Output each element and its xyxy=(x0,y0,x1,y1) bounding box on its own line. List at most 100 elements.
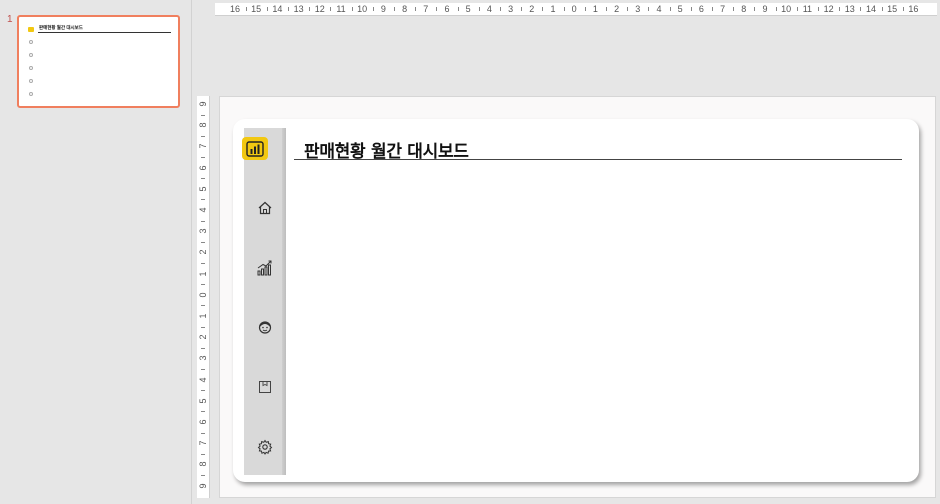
ruler-v-minor-tick xyxy=(201,475,205,476)
ruler-v-label: 4 xyxy=(198,377,208,383)
thumbnail-preview: 판매현황 월간 대시보드 xyxy=(22,20,175,103)
ruler-h-label: 12 xyxy=(823,4,834,14)
vertical-ruler[interactable]: 9 8 7 6 5 4 3 2 1 0 1 2 3 4 5 6 7 8 9 xyxy=(197,96,210,498)
ruler-h-minor-tick xyxy=(733,7,735,11)
ruler-v-minor-tick xyxy=(201,263,205,264)
ruler-v-label: 5 xyxy=(198,186,208,192)
ruler-h-minor-tick xyxy=(690,7,692,11)
ruler-v-label: 2 xyxy=(198,334,208,340)
ruler-h-label: 9 xyxy=(762,4,768,14)
ruler-h-minor-tick xyxy=(478,7,480,11)
ruler-v-minor-tick xyxy=(201,369,205,370)
ruler-h-minor-tick xyxy=(351,7,353,11)
ruler-v-minor-tick xyxy=(201,326,205,328)
ruler-h-label: 1 xyxy=(550,4,556,14)
ruler-v-label: 9 xyxy=(198,483,208,489)
ruler-h-minor-tick xyxy=(669,7,671,11)
ruler-h-minor-tick xyxy=(500,7,501,11)
slide-number: 1 xyxy=(7,14,13,25)
ruler-h-minor-tick xyxy=(902,7,904,11)
ruler-h-minor-tick xyxy=(457,7,459,11)
ruler-h-minor-tick xyxy=(372,7,374,11)
sidebar-edge xyxy=(282,128,286,475)
ruler-h-minor-tick xyxy=(394,7,395,11)
home-icon[interactable] xyxy=(244,195,286,221)
ruler-h-label: 10 xyxy=(357,4,368,14)
ruler-h-label: 11 xyxy=(336,4,346,14)
ruler-v-label: 6 xyxy=(198,419,208,425)
ruler-v-label: 4 xyxy=(198,207,208,213)
ruler-h-label: 7 xyxy=(720,4,726,14)
ruler-h-minor-tick xyxy=(521,7,523,11)
ruler-h-minor-tick xyxy=(330,7,332,11)
thumbnail-chart-icon xyxy=(29,53,33,57)
dashboard-sidebar xyxy=(244,128,286,475)
ruler-v-label: 7 xyxy=(198,440,208,446)
horizontal-ruler[interactable]: 16 15 14 13 12 11 10 9 8 7 6 5 4 3 2 1 0 1 2 3 4 5 6 7 8 9 10 11 12 1… xyxy=(215,3,937,16)
ruler-h-label: 6 xyxy=(698,4,704,14)
chart-growth-icon[interactable] xyxy=(244,255,286,281)
ruler-h-label: 15 xyxy=(887,4,898,14)
ruler-h-minor-tick xyxy=(860,7,862,11)
ruler-v-minor-tick xyxy=(201,114,205,116)
ruler-h-label: 12 xyxy=(314,4,325,14)
ruler-h-minor-tick xyxy=(542,7,544,11)
thumbnail-customer-icon xyxy=(29,66,33,70)
ruler-h-label: 8 xyxy=(402,4,408,14)
ruler-v-label: 8 xyxy=(198,122,208,128)
thumbnail-home-icon xyxy=(29,40,33,44)
ruler-h-label: 13 xyxy=(293,4,304,14)
ruler-v-minor-tick xyxy=(201,135,205,137)
ruler-h-label: 6 xyxy=(444,4,450,14)
ruler-v-label: 9 xyxy=(198,101,208,107)
thumbnail-settings-icon xyxy=(29,92,33,96)
ruler-h-minor-tick xyxy=(754,7,756,11)
thumbnail-logo-icon xyxy=(28,27,34,32)
ruler-v-minor-tick xyxy=(201,178,205,180)
ruler-h-label: 0 xyxy=(571,4,577,14)
ruler-v-label: 3 xyxy=(198,228,208,234)
ruler-v-label: 1 xyxy=(198,271,208,277)
slide-thumbnail[interactable]: 판매현황 월간 대시보드 xyxy=(17,15,180,108)
ruler-h-label: 1 xyxy=(592,4,598,14)
ruler-h-label: 15 xyxy=(251,4,262,14)
ruler-h-minor-tick xyxy=(627,7,629,11)
ruler-v-label: 6 xyxy=(198,165,208,171)
slide-canvas[interactable]: 판매현황 월간 대시보드 xyxy=(219,96,936,498)
ruler-h-label: 5 xyxy=(465,4,471,14)
ruler-h-minor-tick xyxy=(266,7,268,11)
customer-icon[interactable] xyxy=(244,314,286,340)
ruler-h-label: 9 xyxy=(380,4,386,14)
ruler-h-label: 10 xyxy=(781,4,792,14)
ruler-h-label: 4 xyxy=(486,4,492,14)
ruler-h-minor-tick xyxy=(796,7,798,11)
ruler-h-label: 2 xyxy=(529,4,535,14)
ruler-h-minor-tick xyxy=(606,7,607,11)
ruler-h-minor-tick xyxy=(436,7,438,11)
ruler-v-label: 3 xyxy=(198,355,208,361)
slide-thumbnail-pane: 1 판매현황 월간 대시보드 xyxy=(0,0,192,504)
settings-gear-icon[interactable] xyxy=(244,434,286,460)
ruler-v-minor-tick xyxy=(201,453,205,455)
ruler-h-minor-tick xyxy=(818,7,819,11)
ruler-h-label: 13 xyxy=(844,4,855,14)
ruler-h-label: 7 xyxy=(423,4,429,14)
ruler-h-minor-tick xyxy=(881,7,883,11)
ruler-v-minor-tick xyxy=(201,241,205,243)
ruler-h-minor-tick xyxy=(775,7,777,11)
ruler-v-minor-tick xyxy=(201,199,205,201)
power-bi-logo-icon[interactable] xyxy=(242,137,268,160)
ruler-h-minor-tick xyxy=(288,7,289,11)
ruler-v-label: 5 xyxy=(198,398,208,404)
ruler-h-label: 3 xyxy=(508,4,514,14)
ruler-v-label: 0 xyxy=(198,292,208,298)
ruler-h-minor-tick xyxy=(415,7,417,11)
ruler-h-minor-tick xyxy=(245,7,247,11)
ruler-h-label: 3 xyxy=(635,4,641,14)
thumbnail-product-icon xyxy=(29,79,33,83)
ruler-h-label: 5 xyxy=(677,4,683,14)
product-box-icon[interactable] xyxy=(244,374,286,400)
ruler-v-label: 2 xyxy=(198,249,208,255)
ruler-h-label: 11 xyxy=(802,4,813,14)
dashboard-card[interactable]: 판매현황 월간 대시보드 xyxy=(233,119,919,482)
